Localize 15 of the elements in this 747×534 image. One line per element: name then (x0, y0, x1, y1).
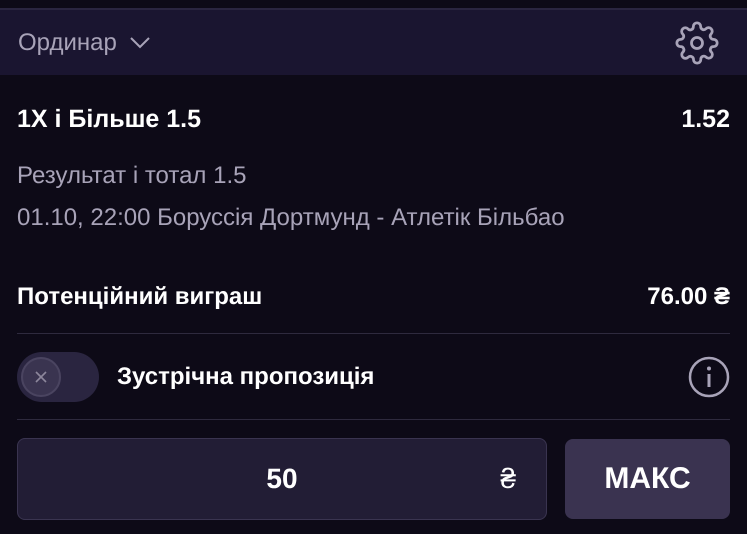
event-info: 01.10, 22:00 Боруссія Дортмунд - Атлетік Більбао (17, 203, 566, 233)
counter-offer-label: Зустрічна пропозиція (117, 362, 376, 390)
settings-icon[interactable] (675, 20, 719, 64)
selection-name: 1X і Більше 1.5 (17, 104, 202, 134)
chevron-down-icon (128, 36, 151, 50)
market-name: Результат і тотал 1.5 (17, 161, 248, 191)
potential-win-value: 76.00 ₴ (647, 283, 730, 311)
counter-offer-toggle[interactable] (17, 352, 99, 402)
stake-field[interactable]: 50 ₴ (17, 438, 547, 520)
bet-type-dropdown[interactable]: Ординар (18, 28, 151, 56)
max-button[interactable]: МАКС (565, 439, 730, 519)
odds: 1.52 (681, 104, 730, 134)
close-icon (33, 368, 49, 384)
potential-win-label: Потенційний виграш (17, 283, 262, 311)
info-icon[interactable] (688, 356, 730, 398)
